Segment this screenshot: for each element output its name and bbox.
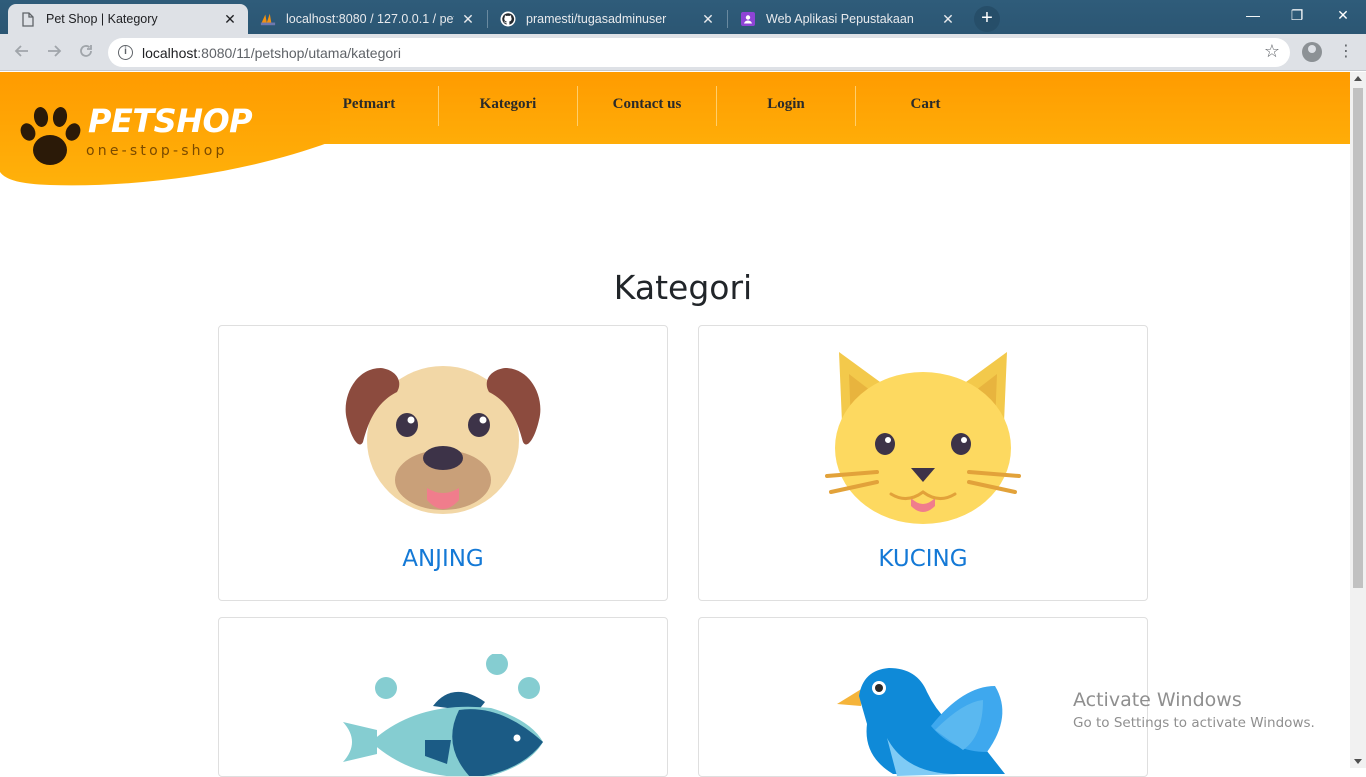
brand-tagline: one-stop-shop [86,143,228,159]
nav-link-cart[interactable]: Cart [856,86,995,126]
windows-activation-watermark: Activate Windows Go to Settings to activ… [1073,689,1315,731]
minimize-window-button[interactable]: — [1230,0,1276,30]
back-arrow-icon[interactable] [10,41,34,65]
close-window-button[interactable]: ✕ [1320,0,1366,30]
tab-title: pramesti/tugasadminuser [526,12,667,26]
url-text: localhost:8080/11/petshop/utama/kategori [142,45,401,61]
browser-tab-active[interactable]: Pet Shop | Kategory ✕ [8,4,248,34]
site-info-icon[interactable]: i [118,45,133,60]
close-tab-icon[interactable]: ✕ [700,11,716,27]
tab-title: localhost:8080 / 127.0.0.1 / petsh [286,12,454,26]
scroll-up-arrow-icon[interactable] [1354,76,1362,81]
new-tab-button[interactable]: + [974,6,1000,32]
close-tab-icon[interactable]: ✕ [460,11,476,27]
bookmark-star-icon[interactable]: ☆ [1264,41,1280,62]
dog-icon [345,366,541,514]
browser-tab[interactable]: pramesti/tugasadminuser ✕ [488,4,726,34]
category-label[interactable]: KUCING [699,546,1147,572]
restore-window-button[interactable]: ❐ [1274,0,1320,30]
phpmyadmin-icon [260,11,276,27]
nav-link-contact[interactable]: Contact us [578,86,717,126]
app-icon [740,11,756,27]
tab-title: Pet Shop | Kategory [46,12,158,26]
browser-menu-icon[interactable]: ⋮ [1338,42,1354,62]
close-tab-icon[interactable]: ✕ [940,11,956,27]
brand-logo-text[interactable]: PETSHOP [88,102,253,140]
nav-link-login[interactable]: Login [717,86,856,126]
fish-icon [343,654,543,776]
bird-icon [837,668,1005,776]
tab-title: Web Aplikasi Pepustakaan [766,12,914,26]
nav-link-petmart[interactable]: Petmart [300,86,439,126]
page-scrollbar[interactable] [1350,72,1366,768]
category-card-anjing[interactable]: ANJING [218,325,668,601]
browser-toolbar: i localhost:8080/11/petshop/utama/katego… [0,34,1366,71]
profile-avatar-icon[interactable] [1302,42,1322,62]
category-label[interactable]: ANJING [219,546,667,572]
scroll-down-arrow-icon[interactable] [1354,759,1362,764]
page-icon [20,11,36,27]
activation-title: Activate Windows [1073,689,1242,711]
browser-tab-bar: Pet Shop | Kategory ✕ localhost:8080 / 1… [0,0,1366,34]
scrollbar-thumb[interactable] [1353,88,1363,588]
forward-arrow-icon[interactable] [42,41,66,65]
address-bar[interactable]: i localhost:8080/11/petshop/utama/katego… [108,38,1290,67]
category-card-kucing[interactable]: KUCING [698,325,1148,601]
page-title: Kategori [613,268,753,307]
close-tab-icon[interactable]: ✕ [222,11,238,27]
nav-link-kategori[interactable]: Kategori [439,86,578,126]
cat-icon [825,352,1021,524]
category-card-fish[interactable] [218,617,668,777]
activation-subtitle: Go to Settings to activate Windows. [1073,715,1315,731]
reload-icon[interactable] [74,41,98,65]
browser-tab[interactable]: Web Aplikasi Pepustakaan ✕ [728,4,966,34]
browser-tab[interactable]: localhost:8080 / 127.0.0.1 / petsh ✕ [248,4,486,34]
main-nav: Petmart Kategori Contact us Login Cart [300,86,995,126]
paw-logo-icon [20,107,81,165]
github-icon [500,11,516,27]
